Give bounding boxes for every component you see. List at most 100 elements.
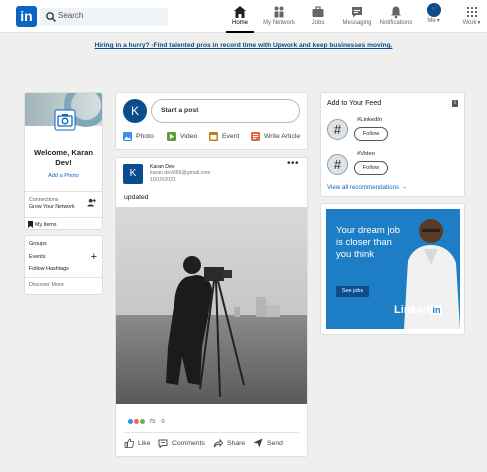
me-avatar: K: [427, 3, 441, 17]
reaction-count: 75: [149, 418, 156, 425]
comment-count: 0: [161, 418, 165, 425]
hashtag-name[interactable]: #Video: [357, 151, 375, 157]
more-options-icon[interactable]: •••: [287, 158, 299, 169]
nav-my-network[interactable]: My Network: [262, 2, 296, 33]
brand-in-mark: in: [430, 305, 443, 315]
welcome-text: Welcome, Karan Dev!: [34, 148, 93, 167]
connections-label[interactable]: Connections: [29, 197, 58, 203]
post-author-avatar[interactable]: K: [123, 164, 143, 184]
post-text: updated: [124, 194, 149, 201]
post-composer: K Start a post Photo Video Event Write A…: [115, 92, 308, 150]
reaction-summary[interactable]: 75 0: [127, 418, 165, 425]
share-icon: [213, 438, 223, 448]
nav-messaging[interactable]: Messaging: [340, 2, 374, 33]
photo-icon: [123, 132, 132, 141]
see-jobs-button[interactable]: See jobs: [336, 286, 369, 297]
post-date: 10/10/2021: [150, 176, 176, 183]
groups-link[interactable]: Groups: [29, 241, 47, 247]
chevron-down-icon: ▼: [476, 20, 482, 26]
add-to-feed-card: Add to Your Feed i # #LinkedIn Follow # …: [320, 92, 465, 197]
camera-icon[interactable]: [54, 109, 76, 131]
send-icon: [253, 438, 263, 448]
events-link[interactable]: Events: [29, 254, 45, 260]
write-article-button[interactable]: Write Article: [251, 132, 300, 141]
nav-jobs[interactable]: Jobs: [306, 2, 330, 33]
bookmark-icon: [28, 221, 33, 228]
nav-home[interactable]: Home: [226, 2, 254, 33]
calendar-icon: [209, 132, 218, 141]
my-items-link[interactable]: My Items: [28, 221, 56, 228]
search-icon: [46, 12, 57, 23]
send-button[interactable]: Send: [253, 438, 283, 448]
share-button[interactable]: Share: [213, 438, 245, 448]
my-items-label: My Items: [35, 221, 57, 228]
follow-button[interactable]: Follow: [354, 127, 388, 141]
nav-home-label: Home: [231, 20, 248, 26]
video-button[interactable]: Video: [167, 132, 197, 141]
chevron-down-icon: ▼: [435, 18, 441, 24]
photo-button[interactable]: Photo: [123, 132, 154, 141]
grid-icon: [467, 7, 477, 17]
nav-notifications-label: Notifications: [379, 20, 413, 26]
ad-headline: Your dream job is closer than you think: [336, 225, 401, 260]
linkedin-logo[interactable]: in: [16, 6, 37, 27]
feed-title: Add to Your Feed: [327, 100, 382, 107]
groups-card: Groups Events + Follow Hashtags Discover…: [24, 235, 103, 295]
avatar[interactable]: K: [123, 99, 147, 123]
divider: [25, 217, 102, 218]
start-post-input[interactable]: Start a post: [151, 99, 300, 123]
search-box[interactable]: Search: [40, 8, 168, 26]
briefcase-icon: [312, 6, 324, 17]
post-author-info: Karan Dev karan.dev066@gmail.com 10/10/2…: [150, 164, 210, 183]
nav-notifications[interactable]: Notifications: [377, 2, 415, 33]
divider: [25, 191, 102, 192]
article-icon: [251, 132, 260, 141]
ad-banner[interactable]: Your dream job is closer than you think …: [326, 209, 460, 329]
divider: [124, 432, 299, 433]
hashtag-icon: #: [327, 119, 348, 140]
advertisement-card: Your dream job is closer than you think …: [320, 203, 465, 335]
nav-work[interactable]: Work▼: [460, 2, 484, 33]
promo-link[interactable]: Hiring in a hurry? -Find talented pros i…: [0, 42, 487, 49]
grow-network-label[interactable]: Grow Your Network: [29, 204, 75, 210]
messaging-icon: [352, 7, 362, 18]
celebrate-reaction-icon: [139, 418, 146, 425]
info-icon[interactable]: i: [452, 100, 458, 107]
profile-card: Welcome, Karan Dev! Add a Photo Connecti…: [24, 92, 103, 230]
person-add-icon: [87, 198, 96, 207]
nav-jobs-label: Jobs: [311, 20, 325, 26]
write-article-label: Write Article: [264, 133, 301, 140]
network-icon: [274, 6, 284, 18]
nav-me-label: Me▼: [427, 18, 441, 24]
plus-icon[interactable]: +: [91, 252, 97, 263]
thumbs-up-icon: [124, 438, 134, 448]
video-icon: [167, 132, 176, 141]
nav-work-label: Work▼: [462, 20, 482, 26]
linkedin-ad-logo: Linked in: [394, 304, 443, 316]
hashtag-name[interactable]: #LinkedIn: [357, 117, 382, 123]
send-label: Send: [267, 439, 283, 447]
like-button[interactable]: Like: [124, 438, 150, 448]
post-author-email: karan.dev066@gmail.com: [150, 170, 211, 177]
event-label: Event: [222, 133, 240, 140]
nav-my-network-label: My Network: [263, 20, 295, 26]
follow-button[interactable]: Follow: [354, 161, 388, 175]
nav-me[interactable]: K Me▼: [424, 2, 444, 33]
search-placeholder: Search: [58, 11, 84, 20]
top-nav-bar: in Search Home My Network Jobs Messaging…: [0, 0, 487, 33]
comments-button[interactable]: Comments: [158, 438, 205, 448]
like-label: Like: [138, 439, 151, 447]
hashtag-icon: #: [327, 154, 348, 175]
divider: [25, 277, 102, 278]
share-label: Share: [227, 439, 246, 447]
photo-label: Photo: [136, 133, 154, 140]
post-image[interactable]: [116, 207, 308, 404]
add-photo-link[interactable]: Add a Photo: [25, 173, 102, 179]
video-label: Video: [180, 133, 198, 140]
follow-hashtags-link[interactable]: Follow Hashtags: [29, 266, 69, 272]
discover-more-link[interactable]: Discover More: [29, 282, 64, 288]
view-all-recommendations-link[interactable]: View all recommendations →: [327, 184, 407, 191]
home-icon: [234, 6, 246, 18]
event-button[interactable]: Event: [209, 132, 239, 141]
comment-icon: [158, 439, 168, 448]
